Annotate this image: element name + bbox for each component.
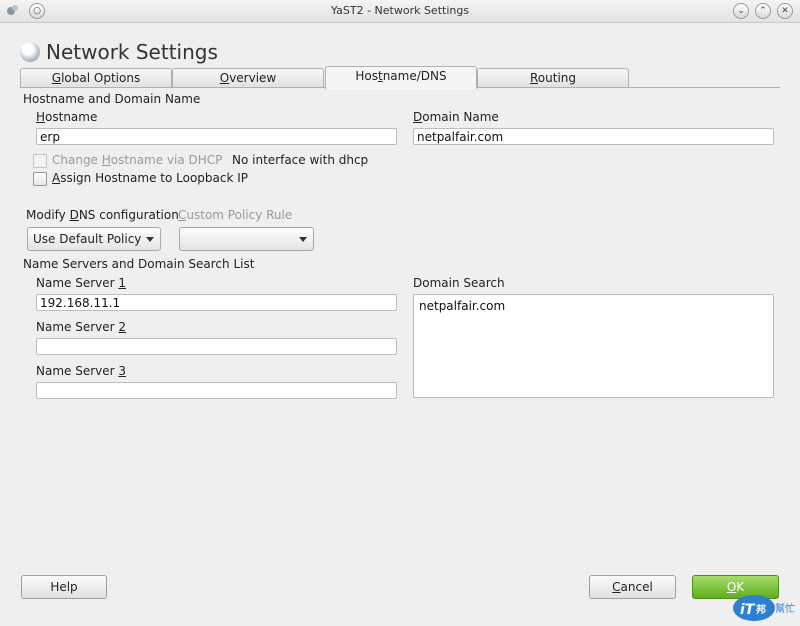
domain-search-label: Domain Search bbox=[413, 276, 505, 290]
hostname-input[interactable]: erp bbox=[36, 128, 397, 145]
modify-dns-value: Use Default Policy bbox=[33, 232, 142, 246]
change-hostname-dhcp-checkbox[interactable] bbox=[33, 154, 47, 168]
close-icon[interactable]: ✕ bbox=[777, 3, 793, 19]
no-interface-note: No interface with dhcp bbox=[232, 153, 369, 167]
name-server-1-label: Name Server 1 bbox=[36, 276, 127, 290]
svg-text:iT: iT bbox=[740, 602, 756, 618]
custom-policy-label: Custom Policy Rule bbox=[178, 208, 293, 222]
svg-text:邦: 邦 bbox=[756, 603, 766, 616]
assign-loopback-checkbox[interactable] bbox=[33, 172, 47, 186]
page-title: Network Settings bbox=[46, 40, 218, 64]
custom-policy-select[interactable] bbox=[179, 227, 314, 251]
window-title-bar[interactable]: ○ YaST2 - Network Settings ⌄ ⌃ ✕ bbox=[0, 0, 800, 23]
network-settings-icon bbox=[20, 42, 40, 62]
change-hostname-dhcp-label: Change Hostname via DHCP bbox=[52, 153, 223, 167]
name-server-3-input[interactable] bbox=[36, 382, 397, 399]
tab-routing[interactable]: Routing bbox=[477, 68, 629, 88]
name-server-3-label: Name Server 3 bbox=[36, 364, 127, 378]
domain-name-label: Domain Name bbox=[413, 110, 499, 124]
svg-text:幫忙: 幫忙 bbox=[775, 602, 795, 615]
help-button[interactable]: Help bbox=[21, 575, 107, 599]
nameservers-section-title: Name Servers and Domain Search List bbox=[23, 257, 255, 271]
chevron-down-icon bbox=[299, 237, 307, 242]
assign-loopback-label: Assign Hostname to Loopback IP bbox=[52, 171, 249, 185]
modify-dns-label: Modify DNS configuration bbox=[26, 208, 179, 222]
tab-overview[interactable]: Overview bbox=[172, 68, 324, 88]
hostname-section-title: Hostname and Domain Name bbox=[23, 92, 201, 106]
domain-search-textarea[interactable]: netpalfair.com bbox=[413, 294, 774, 398]
tab-global-options[interactable]: Global Options bbox=[20, 68, 172, 88]
name-server-2-label: Name Server 2 bbox=[36, 320, 127, 334]
window-title: YaST2 - Network Settings bbox=[330, 4, 470, 17]
watermark-logo: iT 邦 幫忙 bbox=[732, 590, 800, 623]
name-server-1-input[interactable]: 192.168.11.1 bbox=[36, 294, 397, 311]
modify-dns-select[interactable]: Use Default Policy bbox=[27, 227, 161, 251]
name-server-2-input[interactable] bbox=[36, 338, 397, 355]
chevron-down-icon bbox=[146, 237, 154, 242]
cancel-button[interactable]: Cancel bbox=[589, 575, 676, 599]
hostname-label: Hostname bbox=[36, 110, 98, 124]
domain-name-input[interactable]: netpalfair.com bbox=[413, 128, 774, 145]
tab-hostname-dns[interactable]: Hostname/DNS bbox=[325, 66, 477, 89]
maximize-icon[interactable]: ⌃ bbox=[755, 3, 771, 19]
minimize-icon[interactable]: ⌄ bbox=[733, 3, 749, 19]
